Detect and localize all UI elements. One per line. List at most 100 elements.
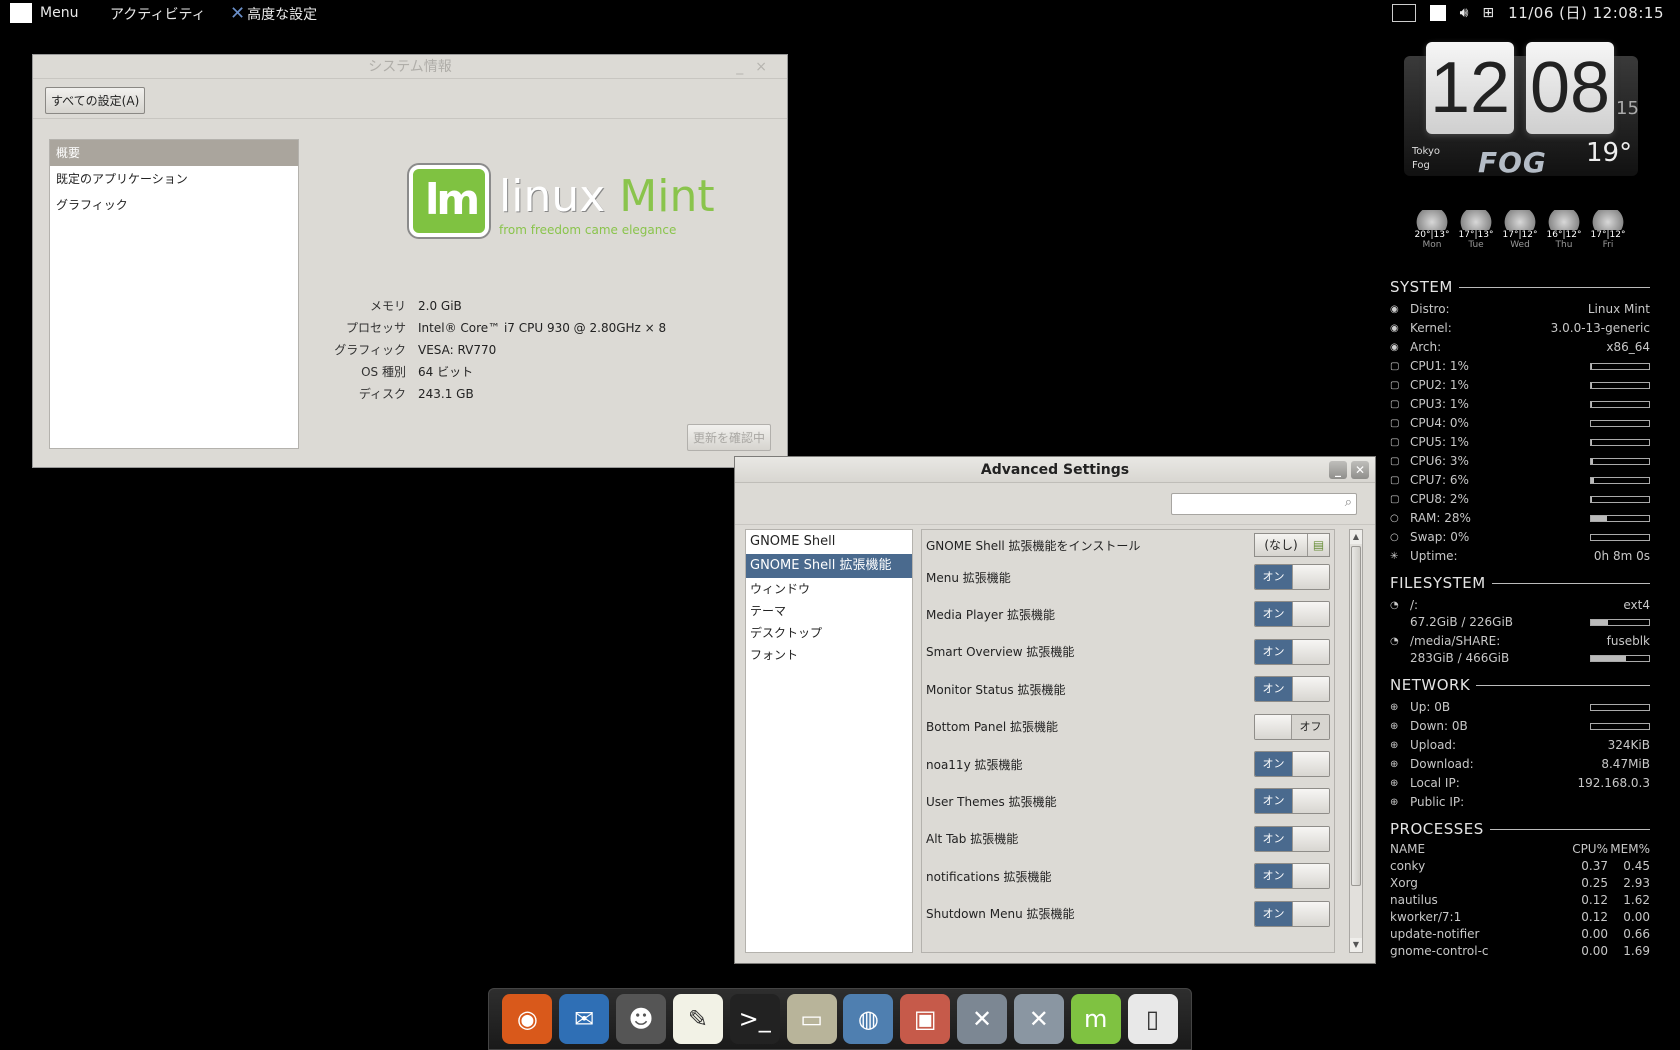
extension-toggle[interactable]: オン: [1254, 900, 1330, 927]
extension-toggle[interactable]: オン: [1254, 863, 1330, 890]
forecast-day: 17°|12° Fri: [1586, 210, 1630, 250]
toggle-label: オン: [1255, 826, 1292, 851]
scroll-thumb[interactable]: [1351, 546, 1361, 886]
conky-row: ⊕ Up: 0B: [1390, 698, 1650, 716]
scroll-up-arrow-icon[interactable]: ▲: [1350, 530, 1362, 544]
window-titlebar[interactable]: システム情報 _×: [33, 55, 787, 79]
forecast-temp: 17°|13°: [1458, 230, 1494, 240]
mint-menu-icon[interactable]: m: [1070, 994, 1121, 1044]
package-manager-icon[interactable]: ▣: [900, 994, 951, 1044]
conky-row: ○ Swap: 0%: [1390, 528, 1650, 546]
conky-row: ▢ CPU8: 2%: [1390, 490, 1650, 508]
conky-label: CPU5: 1%: [1410, 435, 1469, 449]
clock-hour: 12: [1426, 42, 1514, 134]
close-icon[interactable]: ×: [755, 59, 779, 75]
network-status-icon[interactable]: ⊞: [1482, 5, 1494, 21]
menu-icon: [10, 3, 32, 23]
forecast-temp: 17°|12°: [1502, 230, 1538, 240]
pidgin-icon[interactable]: ☻: [616, 994, 667, 1044]
extension-toggle[interactable]: オン: [1254, 564, 1330, 590]
conky-label: Down: 0B: [1410, 719, 1468, 733]
clock-weather-widget: 12 08 15 Tokyo Fog FOG 19° 20°|13° Mon 17°…: [1404, 42, 1639, 254]
extension-toggle[interactable]: オン: [1254, 638, 1330, 665]
switch-icon[interactable]: ▯: [1127, 994, 1178, 1044]
system-tools-icon[interactable]: ✕: [957, 994, 1008, 1044]
input-method-icon[interactable]: [1429, 4, 1446, 21]
conky-row: ▢ CPU7: 6%: [1390, 471, 1650, 489]
search-input[interactable]: ⌕: [1171, 493, 1357, 515]
network-icon[interactable]: ◍: [843, 994, 894, 1044]
extension-row: noa11y 拡張機能 オン: [922, 749, 1334, 779]
usage-bar: [1590, 476, 1650, 484]
extension-file-picker[interactable]: (なし) ▤: [1254, 533, 1330, 557]
category-shell-extensions[interactable]: GNOME Shell 拡張機能: [746, 554, 912, 578]
conky-row: ◉ Arch: x86_64: [1390, 338, 1650, 356]
process-mem: 0.45: [1623, 859, 1650, 873]
extension-toggle[interactable]: オン: [1254, 601, 1330, 628]
spec-value: Intel® Core™ i7 CPU 930 @ 2.80GHz × 8: [418, 321, 667, 335]
conky-label: Public IP:: [1410, 795, 1465, 809]
conky-value: ext4: [1623, 598, 1650, 612]
window-controls[interactable]: _×: [736, 55, 779, 79]
conky-label: CPU3: 1%: [1410, 397, 1469, 411]
category-windows[interactable]: ウィンドウ: [746, 578, 912, 600]
conky-row: ▢ CPU2: 1%: [1390, 376, 1650, 394]
extension-toggle[interactable]: オン: [1254, 751, 1330, 777]
conky-label: CPU8: 2%: [1410, 492, 1469, 506]
extension-toggle[interactable]: オフ: [1254, 713, 1330, 740]
usage-bar-fill: [1591, 439, 1592, 445]
conky-bullet-icon: ▢: [1390, 474, 1400, 486]
dock: ◉ ✉ ☻ ✎ >_ ▭ ◍ ▣ ✕ ✕ m ▯: [488, 988, 1192, 1050]
category-theme[interactable]: テーマ: [746, 600, 912, 622]
sidebar-item-default-apps[interactable]: 既定のアプリケーション: [50, 166, 298, 192]
app-menu-button[interactable]: ✕ 高度な設定: [230, 4, 317, 24]
conky-label: CPU6: 3%: [1410, 454, 1469, 468]
toggle-knob: [1291, 789, 1329, 814]
spec-value: 243.1 GB: [418, 387, 474, 401]
firefox-icon[interactable]: ◉: [502, 994, 553, 1044]
scrollbar[interactable]: ▲ ▼: [1349, 529, 1363, 953]
volume-icon[interactable]: 🔊︎: [1460, 5, 1469, 21]
file-manager-icon[interactable]: ▭: [786, 994, 837, 1044]
section-divider: [1489, 828, 1650, 830]
terminal-icon[interactable]: >_: [729, 994, 780, 1044]
top-panel: Menu アクティビティ ✕ 高度な設定 🔊︎ ⊞ 11/06 (日) 12:0…: [0, 0, 1680, 25]
conky-label: RAM: 28%: [1410, 511, 1471, 525]
tweak-tool-icon[interactable]: ✕: [1013, 994, 1064, 1044]
minimize-button[interactable]: _: [1329, 461, 1347, 479]
minimize-icon[interactable]: _: [736, 59, 755, 75]
category-desktop[interactable]: デスクトップ: [746, 622, 912, 644]
cloud-icon: [1414, 210, 1450, 230]
network-section-label: NETWORK: [1390, 676, 1471, 694]
scroll-down-arrow-icon[interactable]: ▼: [1350, 938, 1362, 952]
clock[interactable]: 11/06 (日) 12:08:15: [1508, 2, 1664, 23]
usage-bar: [1590, 533, 1650, 541]
window-titlebar[interactable]: Advanced Settings _ ✕: [735, 457, 1375, 483]
extension-toggle[interactable]: オン: [1254, 788, 1330, 815]
usage-bar-fill: [1591, 458, 1593, 464]
keyboard-icon[interactable]: [1391, 3, 1416, 22]
category-gnome-shell[interactable]: GNOME Shell: [746, 530, 912, 554]
check-updates-button[interactable]: 更新を確認中: [686, 424, 771, 451]
extension-name: Media Player 拡張機能: [926, 607, 1056, 622]
forecast-day: 17°|13° Tue: [1454, 210, 1498, 250]
forecast-day-name: Wed: [1510, 240, 1530, 250]
conky-bullet-icon: ○: [1390, 512, 1399, 524]
conky-bullet-icon: ◔: [1390, 599, 1399, 611]
menu-button[interactable]: Menu: [10, 3, 78, 23]
extension-toggle[interactable]: オン: [1254, 676, 1330, 703]
text-editor-icon[interactable]: ✎: [672, 994, 723, 1044]
toggle-knob: [1255, 714, 1293, 739]
category-fonts[interactable]: フォント: [746, 644, 912, 666]
conky-value: x86_64: [1606, 340, 1650, 354]
all-settings-button[interactable]: すべての設定(A): [45, 87, 146, 114]
sidebar-item-overview[interactable]: 概要: [50, 140, 298, 166]
sidebar-item-graphics[interactable]: グラフィック: [50, 192, 298, 218]
activities-button[interactable]: アクティビティ: [110, 4, 206, 24]
toggle-knob: [1291, 826, 1329, 851]
thunderbird-icon[interactable]: ✉: [559, 994, 610, 1044]
close-button[interactable]: ✕: [1351, 461, 1369, 479]
usage-bar: [1590, 495, 1650, 503]
extension-toggle[interactable]: オン: [1254, 825, 1330, 852]
toggle-knob: [1291, 602, 1329, 627]
